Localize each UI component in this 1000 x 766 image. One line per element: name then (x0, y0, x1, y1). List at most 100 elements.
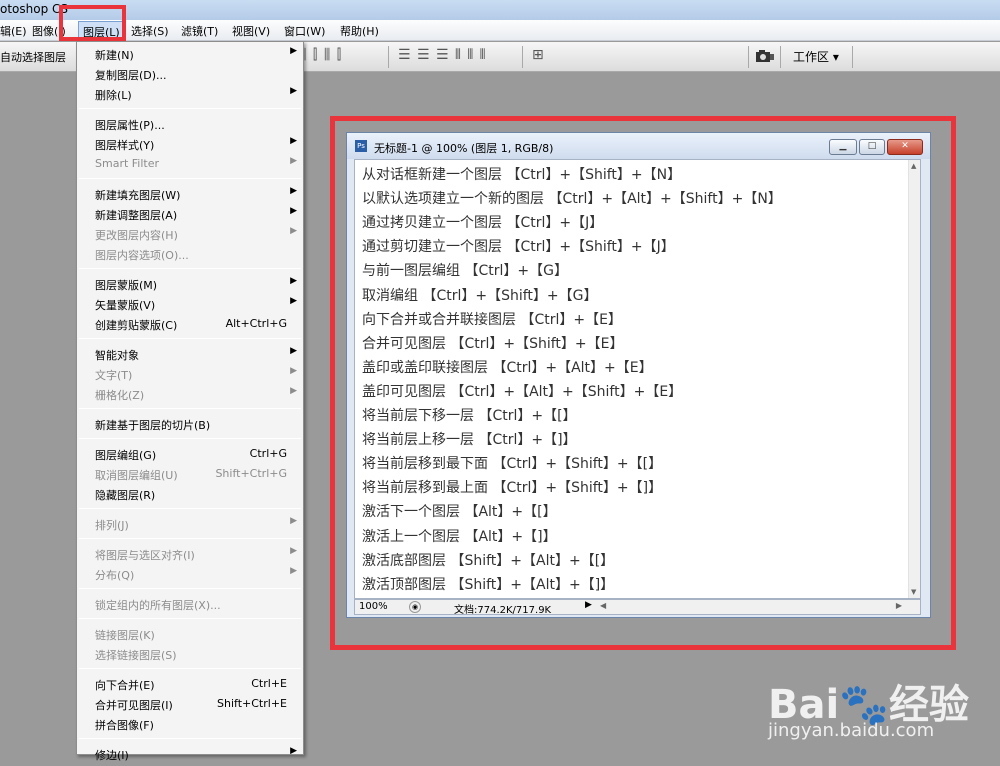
menu-item[interactable]: 新建调整图层(A) ▶ (77, 204, 303, 224)
menu-item[interactable]: 创建剪贴蒙版(C) Alt+Ctrl+G (77, 314, 303, 334)
menu-item-label: 创建剪贴蒙版(C) (95, 319, 178, 332)
menu-item-label: 删除(L) (95, 89, 132, 102)
submenu-arrow-icon: ▶ (290, 206, 297, 216)
submenu-arrow-icon: ▶ (290, 566, 297, 576)
menu-item-label: 图层样式(Y) (95, 139, 155, 152)
menu-item-shortcut: Shift+Ctrl+E (217, 697, 287, 710)
menu-item-label: 文字(T) (95, 369, 133, 382)
menu-item[interactable]: 删除(L) ▶ (77, 84, 303, 104)
menu-item[interactable]: 合并可见图层(I) Shift+Ctrl+E (77, 694, 303, 714)
menu-item: 更改图层内容(H) ▶ (77, 224, 303, 244)
menubar-item[interactable]: 帮助(H) (340, 23, 379, 39)
submenu-arrow-icon: ▶ (290, 136, 297, 146)
menu-item-label: 图层内容选项(O)... (95, 249, 189, 262)
menu-separator (79, 408, 301, 409)
menu-item: 文字(T) ▶ (77, 364, 303, 384)
app-title: otoshop CS (0, 2, 69, 16)
submenu-arrow-icon: ▶ (290, 226, 297, 236)
workspace-button[interactable]: 工作区 ▾ (793, 48, 839, 65)
app-title-bar: otoshop CS (0, 0, 1000, 20)
layer-dropdown-menu: 新建(N) ▶ 复制图层(D)... 删除(L) ▶ 图层属性(P)... 图层样式(Y) ▶… (76, 41, 304, 762)
menu-item-label: 排列(J) (95, 519, 129, 532)
menu-item-label: 取消图层编组(U) (95, 469, 178, 482)
menu-item-label: 分布(Q) (95, 569, 135, 582)
submenu-arrow-icon: ▶ (290, 516, 297, 526)
menu-item: 图层内容选项(O)... (77, 244, 303, 264)
camera-icon[interactable] (754, 48, 776, 64)
menu-item-shortcut: Shift+Ctrl+G (215, 467, 287, 480)
submenu-arrow-icon: ▶ (290, 746, 297, 756)
menu-separator (79, 338, 301, 339)
menu-separator (79, 438, 301, 439)
menu-item-shortcut: Ctrl+G (249, 447, 287, 460)
menu-separator (79, 738, 301, 739)
submenu-arrow-icon: ▶ (290, 276, 297, 286)
menu-item[interactable]: 图层蒙版(M) ▶ (77, 274, 303, 294)
menu-item-label: 选择链接图层(S) (95, 649, 177, 662)
menu-item: 锁定组内的所有图层(X)... (77, 594, 303, 614)
auto-align-icon[interactable]: ⊞ (532, 47, 545, 63)
menu-item-label: 修边(I) (95, 749, 129, 762)
menu-item: 分布(Q) ▶ (77, 564, 303, 584)
menu-item[interactable]: 复制图层(D)... (77, 64, 303, 84)
menu-item-shortcut: Alt+Ctrl+G (225, 317, 287, 330)
menu-item[interactable]: 图层样式(Y) ▶ (77, 134, 303, 154)
menu-separator (79, 108, 301, 109)
submenu-arrow-icon: ▶ (290, 296, 297, 306)
menu-item-label: 新建(N) (95, 49, 134, 62)
menu-item-label: 向下合并(E) (95, 679, 155, 692)
menu-bar: 辑(E) 图像(I) 图层(L) 选择(S) 滤镜(T) 视图(V) 窗口(W) 帮助(H) (0, 20, 1000, 41)
highlight-box-document (330, 116, 956, 650)
menu-item[interactable]: 图层编组(G) Ctrl+G (77, 444, 303, 464)
menu-item: 栅格化(Z) ▶ (77, 384, 303, 404)
menu-item-label: 图层编组(G) (95, 449, 157, 462)
menu-item-shortcut: Ctrl+E (251, 677, 287, 690)
menu-item-label: 拼合图像(F) (95, 719, 154, 732)
options-separator (388, 46, 389, 68)
menu-separator (79, 618, 301, 619)
distribute-tools-icon[interactable]: ☰ ☰ ☰ ⫴ ⫴ ⫴ (398, 47, 487, 63)
menubar-item[interactable]: 滤镜(T) (181, 23, 218, 39)
menu-item-label: 智能对象 (95, 349, 139, 362)
submenu-arrow-icon: ▶ (290, 386, 297, 396)
menu-item-label: 新建调整图层(A) (95, 209, 178, 222)
align-tools-icon[interactable]: ⫼ ⫿ ⫼ ⫿ (300, 47, 342, 63)
menu-item[interactable]: 智能对象 ▶ (77, 344, 303, 364)
auto-select-layer-label[interactable]: 自动选择图层 (0, 49, 66, 65)
menu-item-label: 复制图层(D)... (95, 69, 167, 82)
menubar-item[interactable]: 视图(V) (232, 23, 270, 39)
submenu-arrow-icon: ▶ (290, 46, 297, 56)
menubar-item[interactable]: 辑(E) (0, 23, 27, 39)
submenu-arrow-icon: ▶ (290, 546, 297, 556)
menubar-item[interactable]: 窗口(W) (284, 23, 325, 39)
menu-item[interactable]: 矢量蒙版(V) ▶ (77, 294, 303, 314)
submenu-arrow-icon: ▶ (290, 346, 297, 356)
menu-item: 排列(J) ▶ (77, 514, 303, 534)
menu-item: 选择链接图层(S) (77, 644, 303, 664)
submenu-arrow-icon: ▶ (290, 186, 297, 196)
menu-separator (79, 668, 301, 669)
menu-item-label: 更改图层内容(H) (95, 229, 178, 242)
submenu-arrow-icon: ▶ (290, 366, 297, 376)
menu-separator (79, 178, 301, 179)
menu-item-label: 新建填充图层(W) (95, 189, 181, 202)
menu-item-label: 将图层与选区对齐(I) (95, 549, 195, 562)
menubar-item[interactable]: 选择(S) (131, 23, 169, 39)
menu-item[interactable]: 新建填充图层(W) ▶ (77, 184, 303, 204)
menu-item[interactable]: 新建(N) ▶ (77, 44, 303, 64)
menu-item-label: 合并可见图层(I) (95, 699, 173, 712)
menu-item-label: 矢量蒙版(V) (95, 299, 156, 312)
menu-item[interactable]: 修边(I) ▶ (77, 744, 303, 764)
menu-item[interactable]: 新建基于图层的切片(B) (77, 414, 303, 434)
submenu-arrow-icon: ▶ (290, 156, 297, 166)
menu-item: 链接图层(K) (77, 624, 303, 644)
menu-item[interactable]: 向下合并(E) Ctrl+E (77, 674, 303, 694)
menu-item: 取消图层编组(U) Shift+Ctrl+G (77, 464, 303, 484)
menu-item-label: 栅格化(Z) (95, 389, 145, 402)
menu-item-label: 链接图层(K) (95, 629, 155, 642)
menu-separator (79, 538, 301, 539)
menu-item[interactable]: 图层属性(P)... (77, 114, 303, 134)
menu-item: Smart Filter ▶ (77, 154, 303, 174)
menu-item[interactable]: 拼合图像(F) (77, 714, 303, 734)
menu-item[interactable]: 隐藏图层(R) (77, 484, 303, 504)
